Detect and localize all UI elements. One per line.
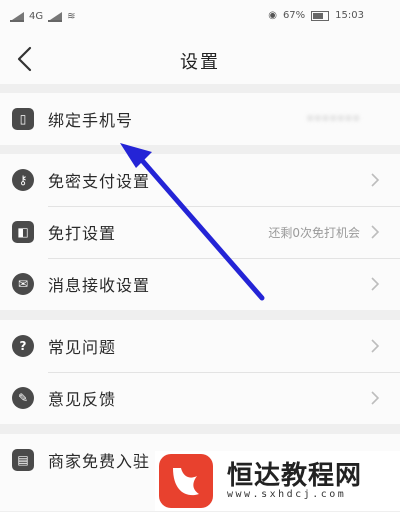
status-left: 4G ≋ (10, 10, 76, 22)
chevron-right-icon (371, 391, 380, 405)
navbar: 设置 (0, 34, 400, 84)
status-right: ◉ 67% 15:03 (268, 10, 364, 21)
status-time: 15:03 (335, 10, 364, 21)
network-type: 4G (29, 10, 44, 22)
chevron-right-icon (371, 225, 380, 239)
settings-item-label: 绑定手机号 (48, 111, 134, 130)
chevron-right-icon (371, 339, 380, 353)
watermark-logo (159, 454, 213, 508)
key-icon: ⚷ (12, 169, 34, 191)
phone-icon: ▯ (12, 108, 34, 130)
watermark: 恒达教程网 www.sxhdcj.com (155, 451, 400, 511)
battery-percent: 67% (282, 10, 306, 21)
settings-group-payment: ⚷ 免密支付设置 ◧ 免打设置 还剩0次免打机会 ✉ 消息接收设置 (0, 154, 400, 310)
page-title: 设置 (180, 52, 220, 73)
watermark-name: 恒达教程网 (227, 461, 363, 491)
edit-icon: ✎ (12, 387, 34, 409)
settings-item-faq[interactable]: ? 常见问题 (0, 320, 400, 372)
settings-item-label: 免打设置 (48, 224, 117, 243)
chevron-right-icon (371, 173, 380, 187)
wifi-icon: ≋ (67, 10, 76, 22)
battery-icon (311, 10, 330, 21)
settings-item-free-print[interactable]: ◧ 免打设置 还剩0次免打机会 (0, 206, 400, 258)
settings-item-feedback[interactable]: ✎ 意见反馈 (0, 372, 400, 424)
bound-phone-number: ••••••• (306, 111, 360, 127)
settings-item-label: 免密支付设置 (48, 172, 151, 191)
settings-item-bind-phone[interactable]: ▯ 绑定手机号 ••••••• (0, 93, 400, 145)
store-icon: ▤ (12, 449, 34, 471)
watermark-url: www.sxhdcj.com (227, 489, 347, 500)
settings-item-password-free-pay[interactable]: ⚷ 免密支付设置 (0, 154, 400, 206)
signal-icon-2 (48, 10, 63, 22)
settings-item-label: 常见问题 (48, 338, 117, 357)
settings-group-help: ? 常见问题 ✎ 意见反馈 (0, 320, 400, 424)
chevron-right-icon (371, 277, 380, 291)
settings-item-label: 消息接收设置 (48, 276, 151, 295)
message-icon: ✉ (12, 273, 34, 295)
settings-item-label: 意见反馈 (48, 390, 117, 409)
print-settings-icon: ◧ (12, 221, 34, 243)
free-print-remaining: 还剩0次免打机会 (268, 225, 360, 240)
watermark-logo-icon (173, 468, 199, 496)
status-bar: 4G ≋ ◉ 67% 15:03 (0, 0, 400, 34)
settings-item-notifications[interactable]: ✉ 消息接收设置 (0, 258, 400, 310)
alarm-icon: ◉ (268, 10, 277, 21)
settings-group-account: ▯ 绑定手机号 ••••••• (0, 93, 400, 145)
question-icon: ? (12, 335, 34, 357)
signal-icon (10, 10, 24, 22)
